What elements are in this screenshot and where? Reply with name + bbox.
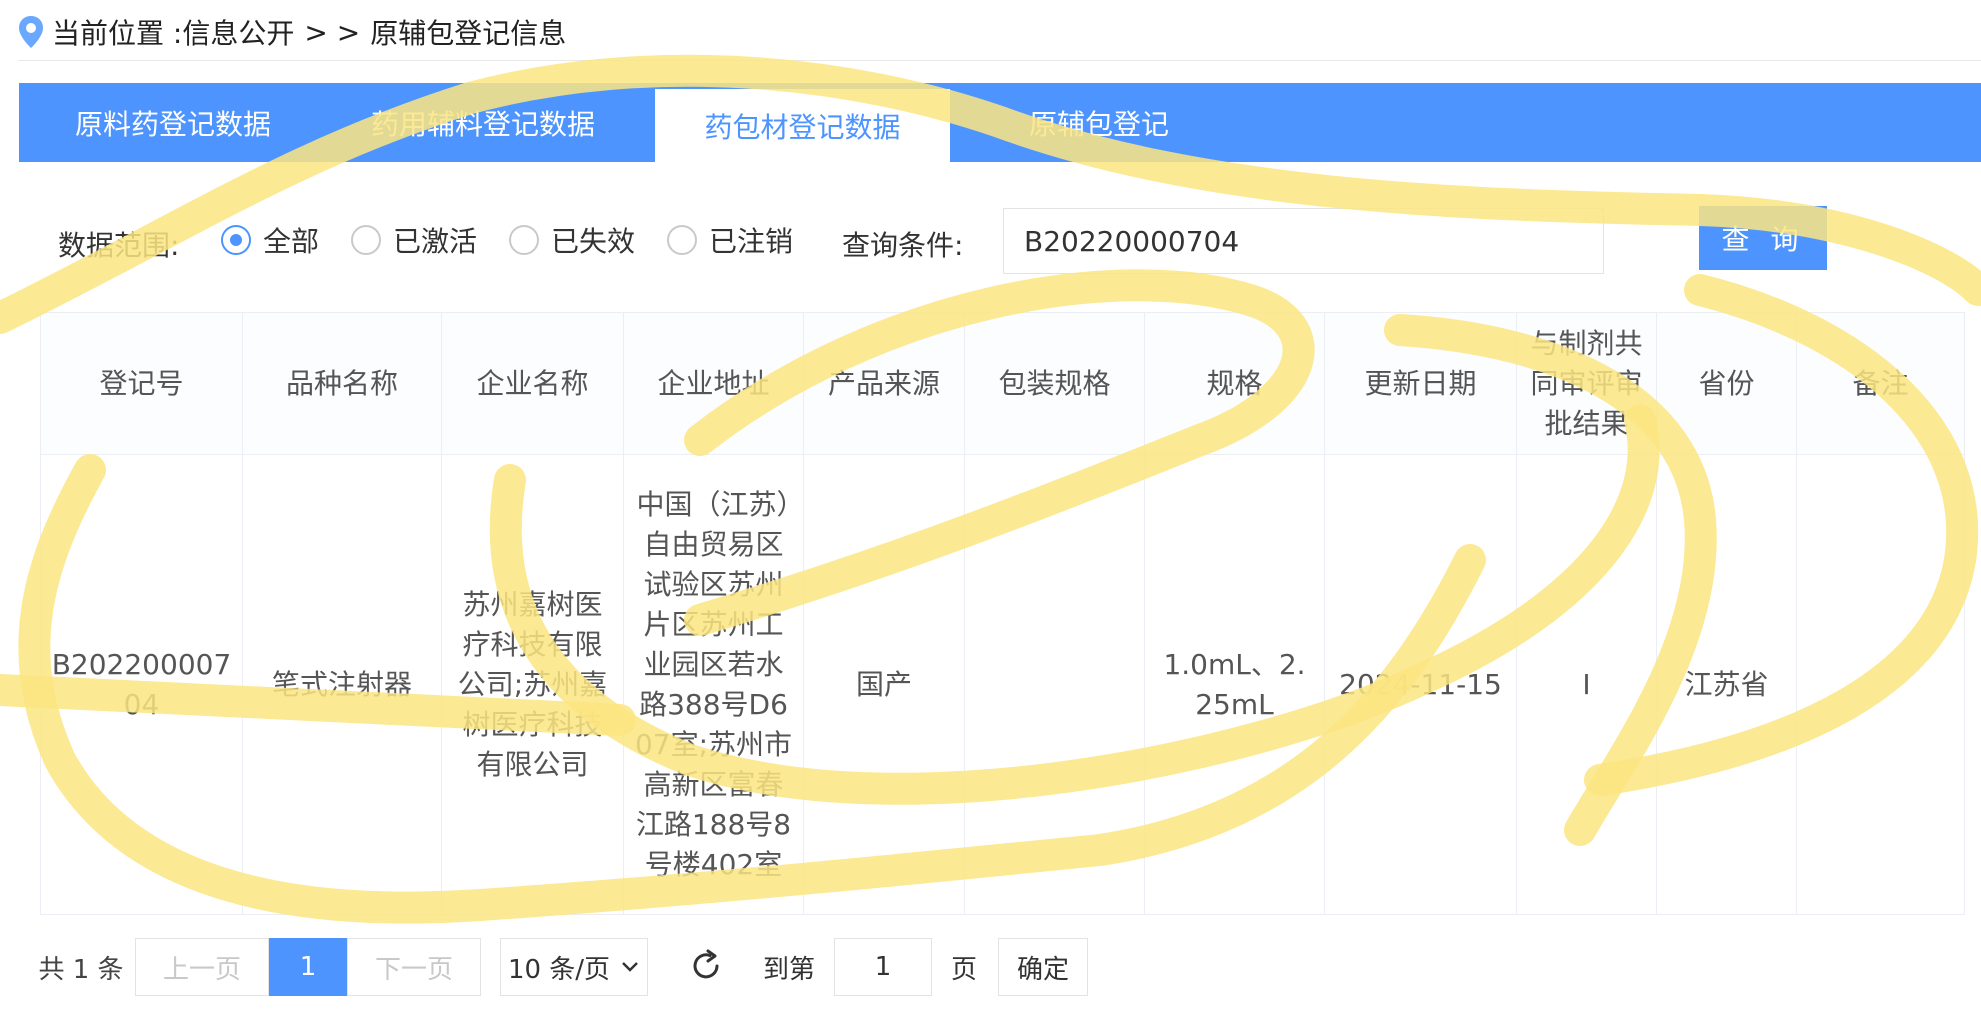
radio-circle[interactable]	[351, 225, 381, 255]
goto-page-input[interactable]	[834, 938, 932, 996]
cell-company-name: 苏州嘉树医疗科技有限公司;苏州嘉树医疗科技有限公司	[441, 454, 624, 915]
radio-circle[interactable]	[667, 225, 697, 255]
goto-label: 到第	[762, 954, 815, 985]
column-header: 品种名称	[242, 312, 442, 455]
page-size-value: 10 条/页	[507, 954, 611, 985]
location-pin-icon	[19, 16, 43, 48]
radio-circle-checked[interactable]	[221, 225, 251, 255]
chevron-down-icon	[622, 962, 638, 972]
tab-combined-registration[interactable]: 原辅包登记	[979, 83, 1219, 162]
query-label: 查询条件:	[842, 229, 964, 262]
column-header: 产品来源	[803, 312, 965, 455]
tab-excipient-registration[interactable]: 药用辅料登记数据	[327, 83, 639, 162]
column-header: 备注	[1796, 312, 1965, 455]
cell-review-result: I	[1516, 454, 1657, 915]
page-unit-label: 页	[950, 954, 977, 985]
column-header: 包装规格	[964, 312, 1145, 455]
filter-bar: 数据范围: 全部 已激活 已失效 已注销 查询条件: 查 询	[0, 206, 1981, 276]
cell-spec: 1.0mL、2.25mL	[1144, 454, 1325, 915]
table-row[interactable]: B20220000704 笔式注射器 苏州嘉树医疗科技有限公司;苏州嘉树医疗科技…	[40, 454, 1965, 915]
radio-activated-label: 已激活	[393, 225, 478, 258]
scope-label: 数据范围:	[58, 229, 180, 262]
cell-update-date: 2024-11-15	[1324, 454, 1517, 915]
tab-packaging-registration[interactable]: 药包材登记数据	[655, 89, 950, 162]
cell-registration-no: B20220000704	[40, 454, 243, 915]
radio-cancelled[interactable]: 已注销	[667, 220, 793, 260]
radio-all[interactable]: 全部	[221, 220, 319, 260]
breadcrumb-divider	[18, 60, 1981, 61]
cell-product-source: 国产	[803, 454, 965, 915]
column-header: 规格	[1144, 312, 1325, 455]
column-header: 登记号	[40, 312, 243, 455]
page-size-select[interactable]: 10 条/页	[500, 938, 648, 996]
radio-circle[interactable]	[509, 225, 539, 255]
pagination: 共 1 条 上一页 1 下一页 10 条/页 到第 页 确定	[0, 938, 1981, 996]
cell-province: 江苏省	[1656, 454, 1797, 915]
breadcrumb-separator: > >	[304, 15, 361, 49]
cell-package-spec	[964, 454, 1145, 915]
total-count: 共 1 条	[38, 954, 124, 985]
cell-remark	[1796, 454, 1965, 915]
breadcrumb: 当前位置 : 信息公开 > > 原辅包登记信息	[18, 8, 566, 56]
table-header-row: 登记号 品种名称 企业名称 企业地址 产品来源 包装规格 规格 更新日期 与制剂…	[40, 312, 1965, 455]
radio-all-label: 全部	[263, 225, 320, 258]
column-header: 省份	[1656, 312, 1797, 455]
column-header: 与制剂共同审评审批结果	[1516, 312, 1657, 455]
radio-expired-label: 已失效	[551, 225, 636, 258]
query-input[interactable]	[1003, 208, 1604, 274]
breadcrumb-section[interactable]: 信息公开	[182, 12, 294, 52]
prev-page-button[interactable]: 上一页	[135, 938, 269, 996]
column-header: 更新日期	[1324, 312, 1517, 455]
breadcrumb-prefix: 当前位置 :	[52, 17, 183, 50]
next-page-button[interactable]: 下一页	[347, 938, 481, 996]
refresh-icon[interactable]	[688, 948, 724, 984]
tab-api-registration[interactable]: 原料药登记数据	[19, 83, 327, 162]
radio-activated[interactable]: 已激活	[351, 220, 477, 260]
confirm-button[interactable]: 确定	[998, 938, 1088, 996]
column-header: 企业地址	[623, 312, 804, 455]
cell-product-name: 笔式注射器	[242, 454, 442, 915]
radio-expired[interactable]: 已失效	[509, 220, 635, 260]
registration-table: 登记号 品种名称 企业名称 企业地址 产品来源 包装规格 规格 更新日期 与制剂…	[40, 312, 1965, 915]
breadcrumb-current: 原辅包登记信息	[370, 17, 567, 50]
page-number-button[interactable]: 1	[269, 938, 347, 996]
search-button[interactable]: 查 询	[1699, 206, 1827, 270]
radio-cancelled-label: 已注销	[709, 225, 794, 258]
cell-company-address: 中国（江苏）自由贸易区试验区苏州片区苏州工业园区若水路388号D607室;苏州市…	[623, 454, 804, 915]
tab-bar: 原料药登记数据 药用辅料登记数据 药包材登记数据 原辅包登记	[19, 83, 1981, 162]
column-header: 企业名称	[441, 312, 624, 455]
